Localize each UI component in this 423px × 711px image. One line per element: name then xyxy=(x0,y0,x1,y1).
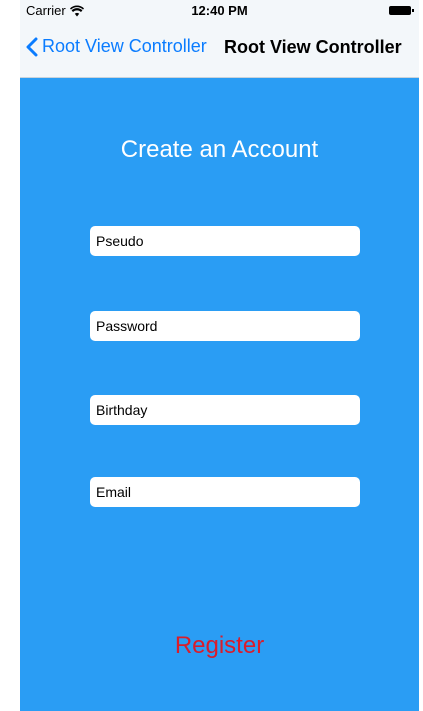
birthday-input[interactable] xyxy=(90,395,360,425)
back-button-label: Root View Controller xyxy=(42,36,207,56)
nav-title: Root View Controller xyxy=(224,37,402,57)
create-account-form: Create an Account Register xyxy=(20,78,419,711)
back-button[interactable]: Root View Controller xyxy=(26,36,207,57)
pseudo-input[interactable] xyxy=(90,226,360,256)
app-screen: Carrier 12:40 PM Root View Controller Ro… xyxy=(20,0,419,711)
navigation-bar: Root View Controller Root View Controlle… xyxy=(20,22,419,78)
battery-icon xyxy=(389,6,414,15)
chevron-left-icon xyxy=(26,37,38,56)
status-bar: Carrier 12:40 PM xyxy=(20,0,419,22)
register-button[interactable]: Register xyxy=(145,631,295,661)
status-time: 12:40 PM xyxy=(191,3,248,18)
page-title: Create an Account xyxy=(120,136,319,163)
password-input[interactable] xyxy=(90,311,360,341)
email-input[interactable] xyxy=(90,477,360,507)
